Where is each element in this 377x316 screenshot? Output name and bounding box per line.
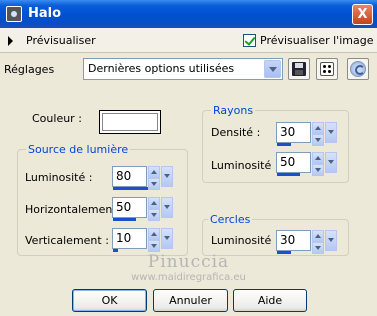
rays-brightness-level xyxy=(277,173,300,176)
density-label: Densité : xyxy=(211,126,261,139)
light-brightness-input[interactable]: 80 xyxy=(112,166,147,187)
light-brightness-spinner[interactable]: 80 xyxy=(112,166,173,191)
increment-icon[interactable] xyxy=(148,166,160,178)
increment-icon[interactable] xyxy=(148,197,160,209)
ok-button[interactable]: OK xyxy=(72,289,147,312)
increment-icon[interactable] xyxy=(312,230,324,242)
light-brightness-label: Luminosité : xyxy=(25,171,93,184)
circles-brightness-input[interactable]: 30 xyxy=(276,230,311,251)
reset-button[interactable] xyxy=(347,58,369,80)
watermark-url: www.maidiregrafica.eu xyxy=(131,272,246,283)
color-label: Couleur : xyxy=(32,112,82,125)
light-brightness-level xyxy=(113,187,150,190)
density-level xyxy=(277,143,291,146)
preview-image-label[interactable]: Prévisualiser l'image xyxy=(260,34,373,47)
rays-brightness-label: Luminosité : xyxy=(211,159,279,172)
halo-app-icon xyxy=(6,6,22,22)
floppy-icon xyxy=(292,62,306,76)
vertical-input[interactable]: 10 xyxy=(112,228,147,249)
increment-icon[interactable] xyxy=(312,152,324,164)
settings-label: Réglages xyxy=(4,63,55,76)
density-spinner[interactable]: 30 xyxy=(276,122,337,147)
horizontal-input[interactable]: 50 xyxy=(112,197,147,218)
decrement-icon[interactable] xyxy=(312,134,324,146)
decrement-icon[interactable] xyxy=(312,164,324,176)
close-button[interactable]: X xyxy=(352,4,373,25)
randomize-button[interactable] xyxy=(316,58,338,80)
window-title: Halo xyxy=(28,6,62,21)
rays-brightness-spinner[interactable]: 50 xyxy=(276,152,337,177)
chevron-down-icon[interactable] xyxy=(264,60,281,78)
cancel-button[interactable]: Annuler xyxy=(153,289,228,312)
chevron-down-icon[interactable] xyxy=(161,228,173,249)
light-source-title: Source de lumière xyxy=(26,143,131,156)
chevron-down-icon[interactable] xyxy=(325,122,337,143)
title-bar: Halo X xyxy=(0,0,377,28)
save-preset-button[interactable] xyxy=(288,58,310,80)
decrement-icon[interactable] xyxy=(148,209,160,221)
density-input[interactable]: 30 xyxy=(276,122,311,143)
dice-icon xyxy=(320,62,334,76)
increment-icon[interactable] xyxy=(312,122,324,134)
watermark-name: Pinuccia xyxy=(147,252,230,272)
horizontal-spinner[interactable]: 50 xyxy=(112,197,173,222)
expand-arrow-icon[interactable] xyxy=(8,36,13,46)
chevron-down-icon[interactable] xyxy=(325,152,337,173)
circles-title: Cercles xyxy=(208,213,253,226)
horizontal-level xyxy=(113,218,136,221)
chevron-down-icon[interactable] xyxy=(325,230,337,251)
chevron-down-icon[interactable] xyxy=(161,166,173,187)
help-button[interactable]: Aide xyxy=(233,289,307,312)
increment-icon[interactable] xyxy=(148,228,160,240)
color-swatch[interactable] xyxy=(99,110,161,134)
rays-title: Rayons xyxy=(211,104,256,117)
horizontal-label: Horizontalement : xyxy=(25,203,124,216)
preview-image-checkbox[interactable] xyxy=(243,34,256,47)
decrement-icon[interactable] xyxy=(148,178,160,190)
vertical-spinner[interactable]: 10 xyxy=(112,228,173,253)
reset-icon xyxy=(350,61,366,77)
vertical-label: Verticalement : xyxy=(25,234,109,247)
rays-brightness-input[interactable]: 50 xyxy=(276,152,311,173)
preview-toggle[interactable]: Prévisualiser xyxy=(26,34,96,47)
decrement-icon[interactable] xyxy=(148,240,160,252)
chevron-down-icon[interactable] xyxy=(161,197,173,218)
preset-dropdown[interactable]: Dernières options utilisées xyxy=(83,58,283,80)
preset-value: Dernières options utilisées xyxy=(88,62,235,75)
circles-brightness-label: Luminosité : xyxy=(211,234,279,247)
